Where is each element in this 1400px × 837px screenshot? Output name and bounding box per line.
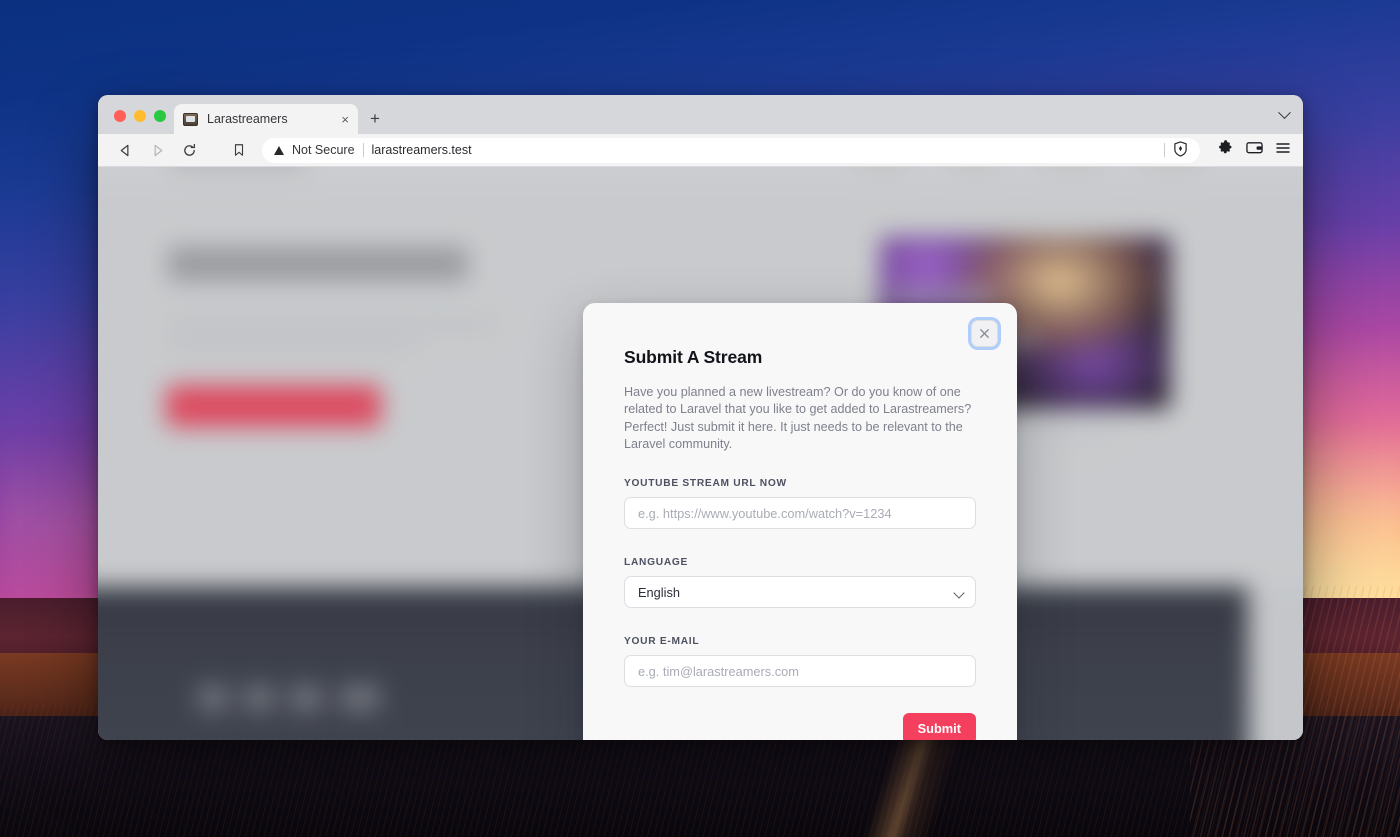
field-email: YOUR E-MAIL bbox=[624, 636, 976, 687]
youtube-url-input[interactable] bbox=[624, 497, 976, 529]
warning-triangle-icon bbox=[274, 145, 284, 155]
extensions-icon[interactable] bbox=[1218, 139, 1234, 161]
browser-tab[interactable]: Larastreamers × bbox=[174, 104, 358, 134]
reload-icon[interactable] bbox=[174, 137, 204, 163]
menu-icon[interactable] bbox=[1275, 141, 1291, 160]
forward-arrow-icon[interactable] bbox=[142, 137, 172, 163]
close-window-button[interactable] bbox=[114, 110, 126, 122]
close-icon[interactable] bbox=[971, 320, 998, 347]
address-bar[interactable]: Not Secure larastreamers.test bbox=[262, 137, 1200, 163]
submit-stream-modal: Submit A Stream Have you planned a new l… bbox=[583, 303, 1017, 740]
url-text: larastreamers.test bbox=[371, 143, 472, 157]
security-status-label: Not Secure bbox=[292, 143, 355, 157]
window-traffic-lights bbox=[108, 110, 174, 134]
language-label: LANGUAGE bbox=[624, 557, 689, 568]
bookmark-icon[interactable] bbox=[224, 137, 254, 163]
field-youtube-url: YOUTUBE STREAM URL NOW bbox=[624, 478, 976, 529]
wallet-icon[interactable] bbox=[1246, 140, 1263, 160]
chevron-down-icon bbox=[1278, 106, 1291, 120]
language-select[interactable]: English bbox=[624, 576, 976, 608]
field-language: LANGUAGE English bbox=[624, 557, 976, 608]
modal-title: Submit A Stream bbox=[624, 347, 763, 367]
close-icon[interactable]: × bbox=[341, 113, 349, 126]
browser-tab-strip: Larastreamers × + bbox=[98, 95, 1303, 134]
email-input[interactable] bbox=[624, 655, 976, 687]
desktop-wallpaper: Larastreamers × + Not Secure larastreame… bbox=[0, 0, 1400, 837]
modal-description: Have you planned a new livestream? Or do… bbox=[624, 385, 972, 452]
youtube-url-label: YOUTUBE STREAM URL NOW bbox=[624, 478, 787, 489]
email-label: YOUR E-MAIL bbox=[624, 636, 700, 647]
divider bbox=[362, 143, 364, 157]
tab-title: Larastreamers bbox=[207, 112, 288, 126]
brave-shield-icon[interactable] bbox=[1173, 140, 1188, 160]
browser-toolbar: Not Secure larastreamers.test bbox=[98, 134, 1303, 167]
monitor-icon bbox=[183, 112, 198, 126]
tab-list-button[interactable] bbox=[1278, 106, 1291, 125]
new-tab-button[interactable]: + bbox=[370, 110, 380, 127]
back-arrow-icon[interactable] bbox=[110, 137, 140, 163]
maximize-window-button[interactable] bbox=[154, 110, 166, 122]
minimize-window-button[interactable] bbox=[134, 110, 146, 122]
browser-window: Larastreamers × + Not Secure larastreame… bbox=[98, 95, 1303, 740]
divider bbox=[1164, 143, 1165, 157]
toolbar-actions bbox=[1208, 139, 1291, 161]
submit-button[interactable]: Submit bbox=[902, 713, 976, 740]
